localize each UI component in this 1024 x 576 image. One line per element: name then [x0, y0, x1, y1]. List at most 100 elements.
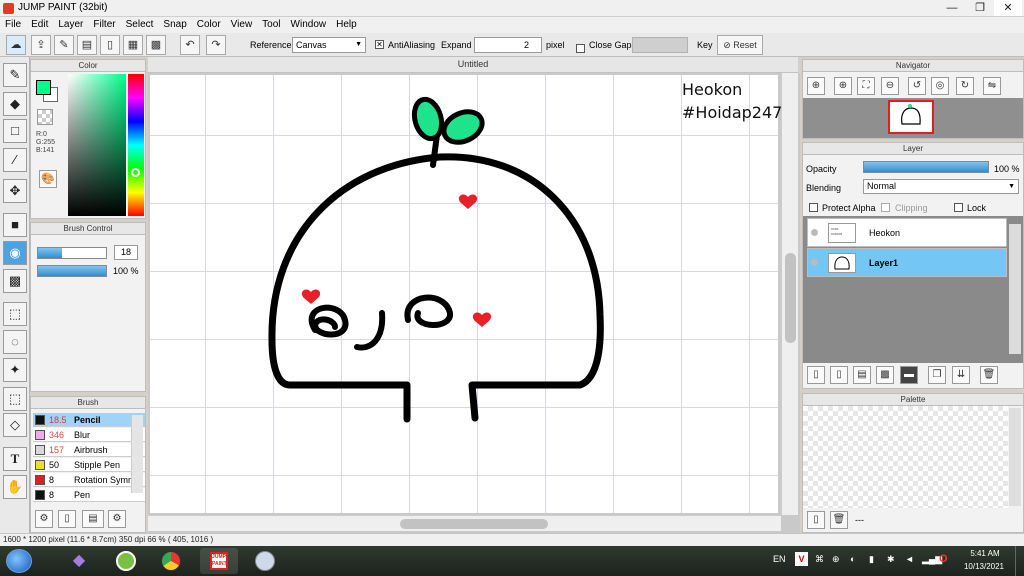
folder-icon[interactable]: ▬	[900, 366, 918, 384]
new-raster-layer-icon[interactable]: ▤	[853, 366, 871, 384]
network-icon[interactable]: ◐	[850, 554, 855, 564]
eraser-tool-icon[interactable]: ◆	[3, 92, 27, 116]
show-desktop-button[interactable]	[1015, 546, 1024, 576]
opera-icon[interactable]: O	[939, 553, 948, 565]
vertical-scroll-thumb[interactable]	[785, 253, 796, 343]
pen-tool-icon[interactable]: ✎	[3, 63, 27, 87]
close-button[interactable]: ✕	[994, 0, 1022, 16]
brush-row[interactable]: 157 Airbrush	[33, 443, 145, 457]
gradient-tool-icon[interactable]: ▩	[3, 269, 27, 293]
menu-view[interactable]: View	[226, 17, 258, 33]
grid-icon[interactable]: ▩	[146, 35, 166, 55]
menu-edit[interactable]: Edit	[26, 17, 53, 33]
blending-select[interactable]: Normal ▼	[863, 179, 1019, 194]
zoom-window-icon[interactable]: ⛶	[857, 77, 875, 95]
share-icon[interactable]: ⇪	[31, 35, 51, 55]
bucket-tool-icon[interactable]: ◉	[3, 241, 27, 265]
select-rect-tool-icon[interactable]: ⬚	[3, 302, 27, 326]
brush-row[interactable]: 8 Pen	[33, 488, 145, 502]
lock-checkbox[interactable]	[954, 203, 963, 212]
saturation-value-picker[interactable]	[68, 74, 126, 216]
layer-list-scrollbar[interactable]	[1009, 224, 1021, 354]
visual-studio-icon[interactable]: ◆	[60, 548, 98, 574]
layer-row-heokon[interactable]: ▭▭ ▭▭▭ Heokon	[807, 218, 1007, 247]
green-app-icon[interactable]	[107, 548, 145, 574]
new-layer-copy-icon[interactable]: ▯	[830, 366, 848, 384]
comment-icon[interactable]: ✎	[54, 35, 74, 55]
rotate-right-icon[interactable]: ↻	[956, 77, 974, 95]
brush-list-scrollbar[interactable]	[131, 415, 143, 493]
merge-layer-icon[interactable]: ⇊	[952, 366, 970, 384]
menu-select[interactable]: Select	[121, 17, 159, 33]
visibility-icon[interactable]	[811, 229, 818, 236]
brush-size-slider[interactable]	[37, 247, 107, 259]
delete-palette-icon[interactable]: 🗑	[830, 511, 848, 529]
select-eraser-tool-icon[interactable]: ◇	[3, 413, 27, 437]
palette-scrollbar[interactable]	[1009, 408, 1021, 506]
cloud-icon[interactable]: ☁	[6, 35, 26, 55]
lasso-tool-icon[interactable]: ◌	[3, 330, 27, 354]
visibility-icon[interactable]	[811, 259, 818, 266]
menu-window[interactable]: Window	[286, 17, 332, 33]
speaker-icon[interactable]: ◄	[905, 554, 914, 564]
magic-wand-tool-icon[interactable]: ✦	[3, 358, 27, 382]
maximize-button[interactable]: ❐	[966, 0, 994, 16]
close-gaps-checkbox[interactable]	[576, 44, 585, 53]
brush-opacity-slider[interactable]	[37, 265, 107, 277]
reference-select[interactable]: Canvas ▼	[292, 37, 366, 53]
menu-file[interactable]: File	[0, 17, 26, 33]
start-button[interactable]	[6, 549, 32, 573]
move-tool-icon[interactable]: ✥	[3, 179, 27, 203]
new-palette-icon[interactable]: ▯	[807, 511, 825, 529]
brush-size-input[interactable]: 18	[114, 245, 138, 260]
document-icon[interactable]: ▯	[100, 35, 120, 55]
hue-handle[interactable]	[131, 168, 140, 177]
new-brush-icon[interactable]: ▯	[58, 510, 76, 528]
hand-tool-icon[interactable]: ✋	[3, 475, 27, 499]
zoom-fit-icon[interactable]: ⊕	[807, 77, 825, 95]
delete-layer-icon[interactable]: 🗑	[980, 366, 998, 384]
text-tool-icon[interactable]: T	[3, 447, 27, 471]
clock-date[interactable]: 10/13/2021	[960, 562, 1008, 571]
antialiasing-checkbox[interactable]: ✕	[375, 40, 384, 49]
language-indicator[interactable]: EN	[773, 554, 786, 564]
brush-row[interactable]: 8 Rotation Symm	[33, 473, 145, 487]
rotate-reset-icon[interactable]: ◎	[931, 77, 949, 95]
horizontal-scroll-thumb[interactable]	[400, 519, 548, 529]
transparent-color-swatch[interactable]	[37, 109, 53, 125]
palette-icon[interactable]: 🎨	[39, 170, 57, 188]
canvas-vertical-scrollbar[interactable]	[781, 73, 798, 515]
brush-settings-icon[interactable]: ⚙	[108, 510, 126, 528]
brush-row[interactable]: 18.5 Pencil	[33, 413, 145, 427]
panel-icon[interactable]: ▦	[123, 35, 143, 55]
canvas-horizontal-scrollbar[interactable]	[148, 515, 781, 531]
bluetooth-icon[interactable]: ✱	[887, 554, 895, 565]
redo-icon[interactable]: ↷	[206, 35, 226, 55]
new-tone-layer-icon[interactable]: ▩	[876, 366, 894, 384]
battery-icon[interactable]: ▮	[869, 554, 874, 565]
menu-filter[interactable]: Filter	[88, 17, 120, 33]
layer-row-layer1[interactable]: Layer1	[807, 248, 1007, 277]
protect-alpha-checkbox[interactable]	[809, 203, 818, 212]
menu-color[interactable]: Color	[192, 17, 226, 33]
clock-time[interactable]: 5:41 AM	[965, 549, 1005, 558]
duplicate-layer-icon[interactable]: ❐	[928, 366, 946, 384]
tray-icon-1[interactable]: ⌘	[815, 554, 824, 565]
menu-snap[interactable]: Snap	[158, 17, 191, 33]
rectangle-tool-icon[interactable]: □	[3, 119, 27, 143]
jump-paint-taskbar-icon[interactable]: JUMP PAINT	[200, 548, 238, 574]
zoom-out-icon[interactable]: ⊖	[881, 77, 899, 95]
layer-opacity-slider[interactable]	[863, 161, 989, 173]
undo-icon[interactable]: ↶	[180, 35, 200, 55]
rotate-left-icon[interactable]: ↺	[908, 77, 926, 95]
menu-layer[interactable]: Layer	[53, 17, 88, 33]
new-layer-icon[interactable]: ▯	[807, 366, 825, 384]
canvas-area[interactable]: Heokon #Hoidap247	[148, 73, 800, 533]
flip-icon[interactable]: ⇋	[983, 77, 1001, 95]
clipping-checkbox[interactable]	[881, 203, 890, 212]
v-app-tray-icon[interactable]: V	[795, 552, 808, 566]
chrome-icon[interactable]	[152, 548, 190, 574]
layout-icon[interactable]: ▤	[77, 35, 97, 55]
canvas-tab[interactable]: Untitled	[148, 57, 798, 73]
select-pen-tool-icon[interactable]: ⬚	[3, 387, 27, 411]
